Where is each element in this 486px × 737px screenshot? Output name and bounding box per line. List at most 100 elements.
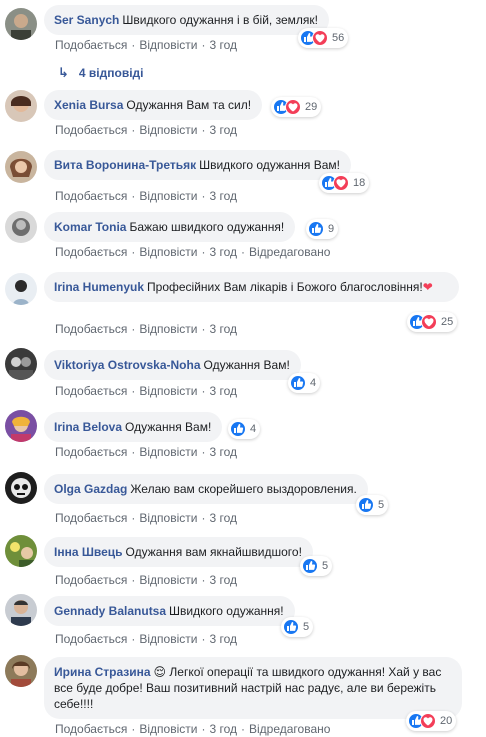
comment-time[interactable]: 3 год	[209, 445, 237, 459]
reaction-counter[interactable]: 56	[298, 28, 349, 48]
like-link[interactable]: Подобається	[55, 632, 127, 646]
thumbs-up-icon	[283, 619, 299, 635]
comment-time[interactable]: 3 год	[209, 632, 237, 646]
thumbs-up-icon	[290, 375, 306, 391]
reply-link[interactable]: Відповісти	[139, 123, 197, 137]
avatar[interactable]	[5, 90, 37, 122]
reaction-count: 25	[441, 316, 454, 328]
avatar[interactable]	[5, 655, 37, 687]
reply-link[interactable]: Відповісти	[139, 445, 197, 459]
comment-actions: Подобається · Відповісти · 3 год	[55, 38, 237, 52]
comment-time[interactable]: 3 год	[209, 384, 237, 398]
comment-text: Одужання Вам та сил!	[126, 98, 252, 112]
comment-author[interactable]: Ser Sanych	[54, 13, 119, 27]
comment-text: Швидкого одужання і в бій, земляк!	[122, 13, 318, 27]
edited-label[interactable]: Відредаговано	[249, 245, 330, 259]
comment-time[interactable]: 3 год	[209, 245, 237, 259]
like-link[interactable]: Подобається	[55, 123, 127, 137]
comment-bubble: Інна Швець Одужання вам якнайшвидшого!	[44, 537, 313, 567]
comment-author[interactable]: Irina Humenyuk	[54, 280, 144, 294]
comment-author[interactable]: Olga Gazdag	[54, 482, 127, 496]
comment-author[interactable]: Xenia Bursa	[54, 98, 123, 112]
reaction-counter[interactable]: 25	[407, 312, 458, 332]
heart-icon	[312, 30, 328, 46]
reply-link[interactable]: Відповісти	[139, 322, 197, 336]
edited-label[interactable]: Відредаговано	[249, 722, 330, 736]
reaction-count: 9	[328, 223, 335, 235]
view-replies-link[interactable]: ↳ 4 відповіді	[58, 65, 143, 81]
reply-link[interactable]: Відповісти	[139, 245, 197, 259]
comment-actions: Подобається · Відповісти · 3 год	[55, 189, 237, 203]
comment-text: Одужання вам якнайшвидшого!	[125, 545, 302, 559]
reaction-counter[interactable]: 18	[319, 173, 370, 193]
reaction-counter[interactable]: 29	[271, 97, 322, 117]
comment-bubble: Ser Sanych Швидкого одужання і в бій, зем…	[44, 5, 329, 35]
comment-time[interactable]: 3 год	[209, 722, 237, 736]
reaction-counter[interactable]: 9	[306, 219, 339, 239]
avatar[interactable]	[5, 348, 37, 380]
reaction-counter[interactable]: 5	[300, 556, 333, 576]
reply-link[interactable]: Відповісти	[139, 38, 197, 52]
like-link[interactable]: Подобається	[55, 722, 127, 736]
avatar[interactable]	[5, 8, 37, 40]
comment-actions: Подобається · Відповісти · 3 год	[55, 573, 237, 587]
comment-author[interactable]: Komar Tonia	[54, 220, 126, 234]
comment-actions: Подобається · Відповісти · 3 год · Відредагова…	[55, 245, 331, 259]
comment-time[interactable]: 3 год	[209, 38, 237, 52]
like-link[interactable]: Подобається	[55, 322, 127, 336]
reaction-counter[interactable]: 5	[281, 617, 314, 637]
comment-time[interactable]: 3 год	[209, 322, 237, 336]
reaction-count: 29	[305, 101, 318, 113]
thumbs-up-icon	[308, 221, 324, 237]
heart-icon	[333, 175, 349, 191]
comment-time[interactable]: 3 год	[209, 511, 237, 525]
comment-author[interactable]: Viktoriya Ostrovska-Noha	[54, 358, 201, 372]
comment-author[interactable]: Gennady Balanutsa	[54, 604, 166, 618]
comment-author[interactable]: Вита Воронина-Третьяк	[54, 158, 196, 172]
comment-time[interactable]: 3 год	[209, 123, 237, 137]
comment-time[interactable]: 3 год	[209, 573, 237, 587]
reaction-counter[interactable]: 4	[228, 419, 261, 439]
comment-bubble: Ирина Стразина 😌 Легкої операції та швидк…	[44, 657, 462, 719]
like-link[interactable]: Подобається	[55, 511, 127, 525]
reply-link[interactable]: Відповісти	[139, 189, 197, 203]
like-link[interactable]: Подобається	[55, 189, 127, 203]
comment-author[interactable]: Ирина Стразина	[54, 665, 151, 679]
avatar[interactable]	[5, 273, 37, 305]
like-link[interactable]: Подобається	[55, 445, 127, 459]
avatar[interactable]	[5, 472, 37, 504]
avatar[interactable]	[5, 410, 37, 442]
comment-bubble: Irina Humenyuk Професійних Вам лікарів і …	[44, 272, 459, 302]
reply-arrow-icon: ↳	[58, 65, 69, 80]
comment-actions: Подобається · Відповісти · 3 год	[55, 123, 237, 137]
reply-link[interactable]: Відповісти	[139, 384, 197, 398]
comment-actions: Подобається · Відповісти · 3 год	[55, 632, 237, 646]
avatar[interactable]	[5, 594, 37, 626]
reply-link[interactable]: Відповісти	[139, 632, 197, 646]
comment-bubble: Komar Tonia Бажаю швидкого одужання!	[44, 212, 296, 242]
comment-actions: Подобається · Відповісти · 3 год	[55, 384, 237, 398]
like-link[interactable]: Подобається	[55, 384, 127, 398]
reply-link[interactable]: Відповісти	[139, 722, 197, 736]
comment-text: Професійних Вам лікарів і Божого благосл…	[147, 280, 423, 294]
reaction-counter[interactable]: 4	[288, 373, 321, 393]
avatar[interactable]	[5, 211, 37, 243]
reply-link[interactable]: Відповісти	[139, 511, 197, 525]
reply-link[interactable]: Відповісти	[139, 573, 197, 587]
reaction-count: 5	[303, 621, 310, 633]
reaction-counter[interactable]: 20	[406, 711, 457, 731]
comment-text: Одужання Вам!	[203, 358, 290, 372]
reaction-counter[interactable]: 5	[356, 495, 389, 515]
comment-bubble: Xenia Bursa Одужання Вам та сил!	[44, 90, 263, 120]
comment-actions: Подобається · Відповісти · 3 год	[55, 511, 237, 525]
avatar[interactable]	[5, 535, 37, 567]
comment-author[interactable]: Irina Belova	[54, 420, 122, 434]
like-link[interactable]: Подобається	[55, 38, 127, 52]
thumbs-up-icon	[230, 421, 246, 437]
avatar[interactable]	[5, 151, 37, 183]
like-link[interactable]: Подобається	[55, 245, 127, 259]
comment-time[interactable]: 3 год	[209, 189, 237, 203]
comment-bubble: Viktoriya Ostrovska-Noha Одужання Вам!	[44, 350, 301, 380]
comment-author[interactable]: Інна Швець	[54, 545, 123, 559]
like-link[interactable]: Подобається	[55, 573, 127, 587]
